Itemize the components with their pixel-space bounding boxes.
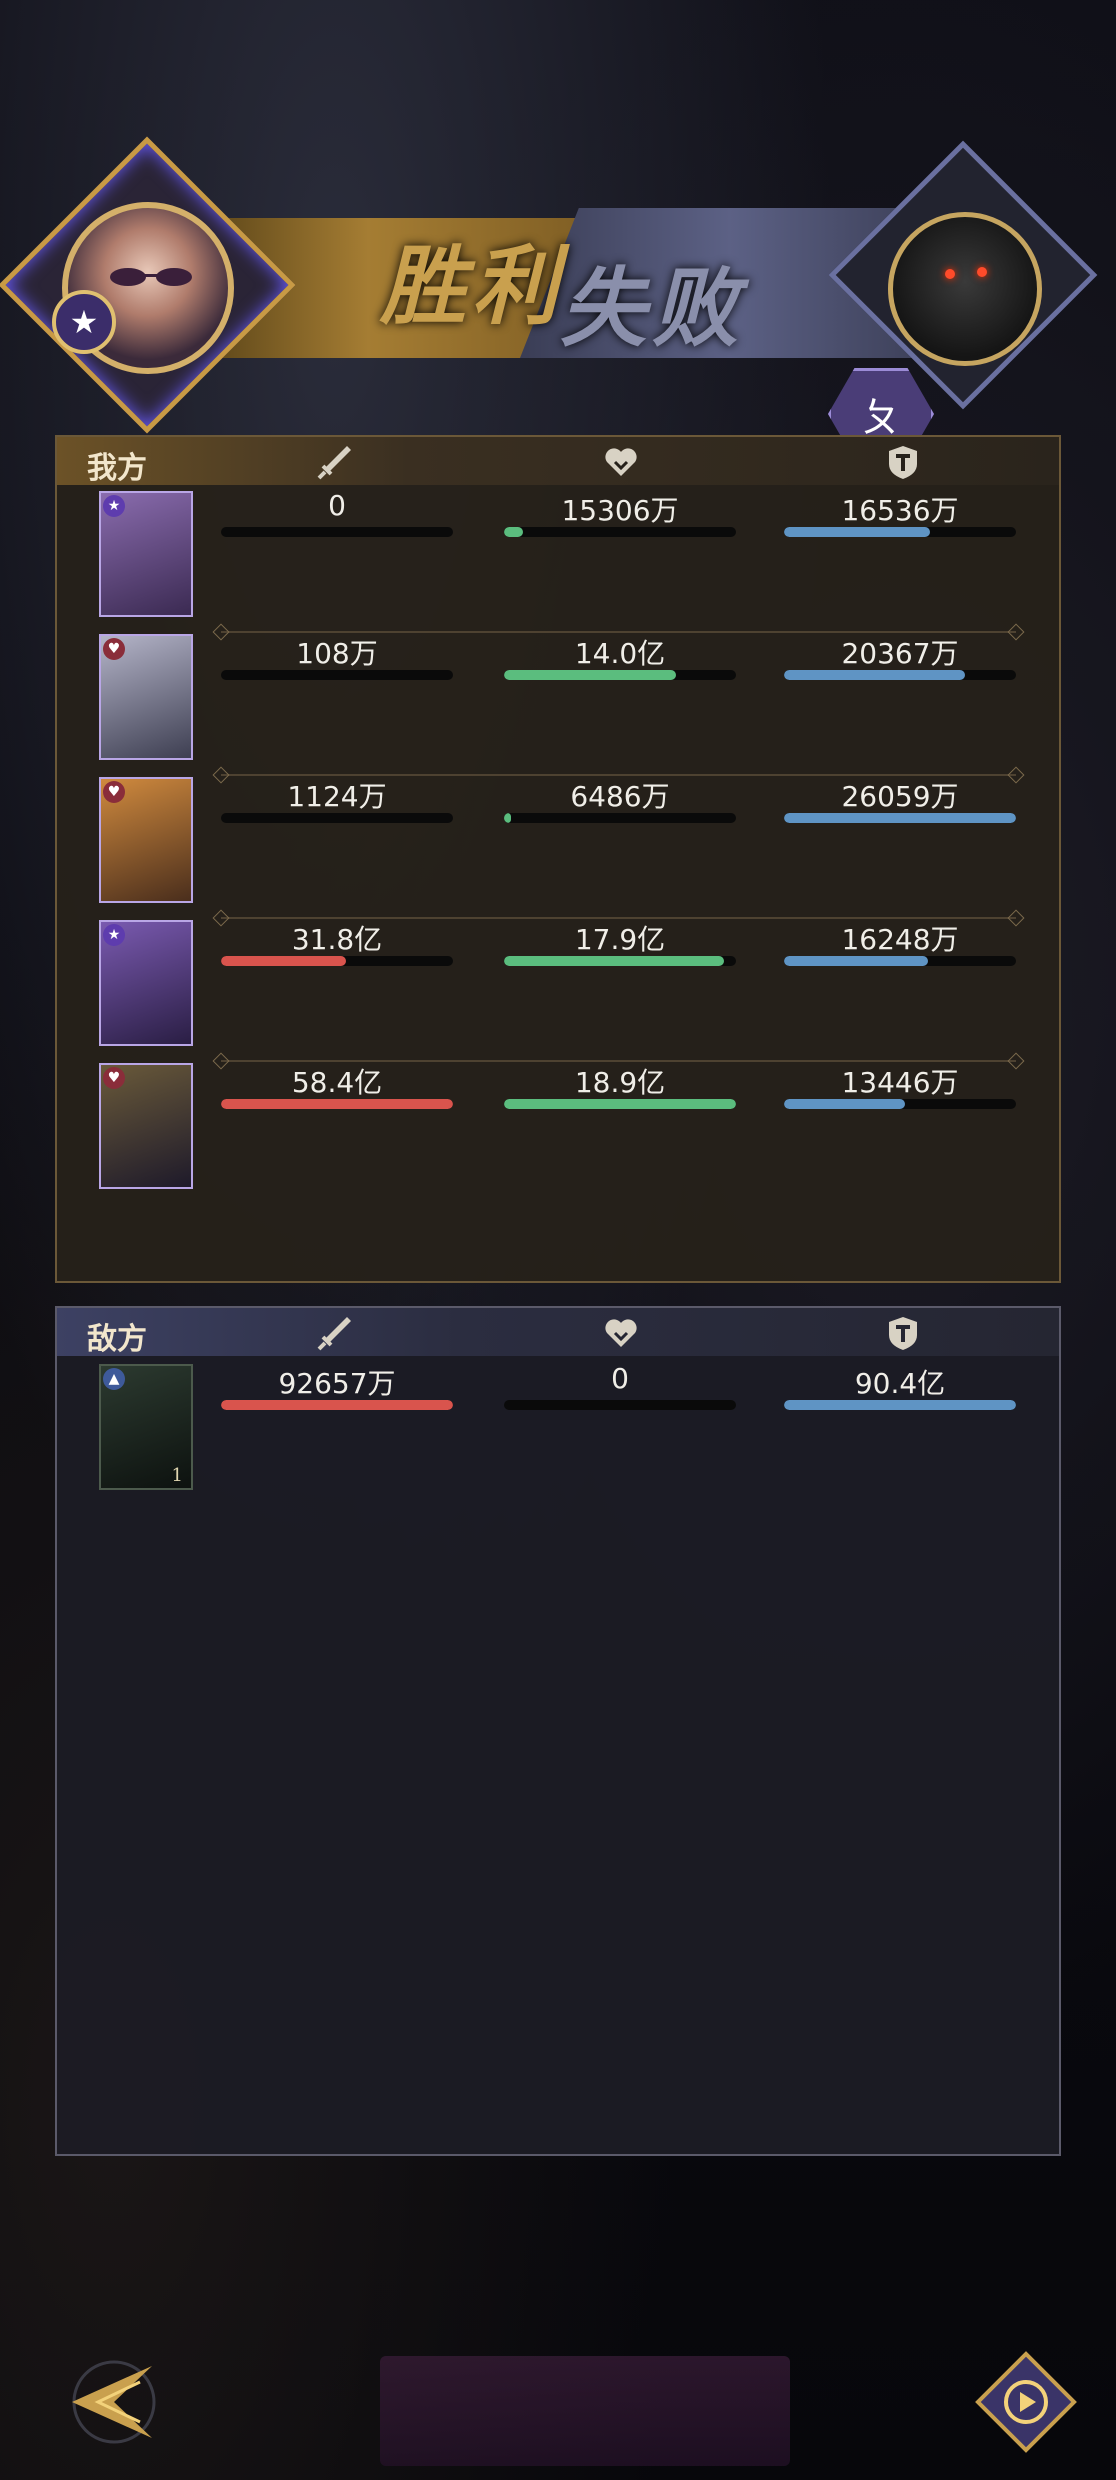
- back-arrow-icon[interactable]: [52, 2352, 162, 2452]
- defense-stat: 20367万: [784, 632, 1016, 682]
- sword-icon: [317, 446, 351, 480]
- hero-portrait[interactable]: ★: [99, 491, 193, 617]
- hero-row[interactable]: ★ 31.8亿 17.9亿 16248万: [57, 918, 1059, 1048]
- enemy-row[interactable]: ▲ 1 92657万 0 90.4亿: [57, 1362, 1059, 1492]
- shield-icon: [889, 1317, 917, 1350]
- defense-bar: [784, 956, 928, 966]
- victory-text: 胜利: [380, 236, 564, 337]
- enemy-level: 1: [171, 1465, 183, 1486]
- confirm-button[interactable]: [380, 2356, 790, 2466]
- enemy-eye-icon: [977, 267, 987, 277]
- defense-value: 13446万: [841, 1066, 959, 1099]
- enemy-panel-header: 敌方: [57, 1308, 1059, 1357]
- hero-row[interactable]: ★ 0 15306万 16536万: [57, 489, 1059, 619]
- hero-portrait[interactable]: ♥: [99, 1063, 193, 1189]
- heal-stat: 18.9亿: [504, 1061, 736, 1111]
- enemy-avatar[interactable]: [888, 212, 1042, 366]
- defense-bar: [784, 1099, 905, 1109]
- heal-value: 18.9亿: [574, 1066, 666, 1099]
- attack-value: 58.4亿: [291, 1066, 383, 1099]
- hero-row[interactable]: ♥ 58.4亿 18.9亿 13446万: [57, 1061, 1059, 1191]
- sword-icon: [317, 1317, 351, 1351]
- attack-value: 108万: [296, 637, 378, 670]
- rank-icon: ▲: [103, 1368, 125, 1390]
- defeat-text: 失败: [560, 258, 744, 359]
- shield-icon: [889, 446, 917, 479]
- attack-value: 92657万: [278, 1367, 396, 1400]
- sunglasses-icon: [110, 268, 192, 286]
- ally-panel-header: 我方: [57, 437, 1059, 486]
- heart-icon: [605, 448, 637, 476]
- heal-stat: 0: [504, 1362, 736, 1412]
- attack-bar: [221, 1400, 453, 1410]
- star-icon: ★: [103, 495, 125, 517]
- replay-icon[interactable]: [972, 2348, 1080, 2456]
- ally-title: 我方: [87, 451, 147, 486]
- defense-stat: 90.4亿: [784, 1362, 1016, 1412]
- heal-bar: [504, 1099, 736, 1109]
- attack-value: 1124万: [287, 780, 387, 813]
- defense-bar: [784, 527, 931, 537]
- enemy-panel: 敌方 ▲ 1 92657万 0 90.4亿: [55, 1306, 1061, 2156]
- defense-stat: 16536万: [784, 489, 1016, 539]
- hero-portrait[interactable]: ♥: [99, 634, 193, 760]
- defense-bar: [784, 670, 965, 680]
- defense-bar: [784, 813, 1016, 823]
- star-icon: ★: [103, 924, 125, 946]
- heal-bar: [504, 670, 676, 680]
- heal-value: 17.9亿: [574, 923, 666, 956]
- attack-stat: 0: [221, 489, 453, 539]
- heal-value: 0: [611, 1362, 629, 1395]
- heal-value: 14.0亿: [574, 637, 666, 670]
- heal-bar: [504, 813, 511, 823]
- hero-row[interactable]: ♥ 108万 14.0亿 20367万: [57, 632, 1059, 762]
- hero-portrait[interactable]: ♥: [99, 777, 193, 903]
- defense-value: 16248万: [841, 923, 959, 956]
- defense-stat: 13446万: [784, 1061, 1016, 1111]
- defense-value: 90.4亿: [854, 1367, 946, 1400]
- heal-stat: 17.9亿: [504, 918, 736, 968]
- heal-bar: [504, 956, 725, 966]
- heart-icon: ♥: [103, 1067, 125, 1089]
- heal-value: 6486万: [570, 780, 670, 813]
- defense-bar: [784, 1400, 1016, 1410]
- enemy-eye-icon: [945, 269, 955, 279]
- ally-panel: 我方 ★ 0 15306万 16536万 ♥ 108万 14.0亿 20367万…: [55, 435, 1061, 1283]
- enemy-title: 敌方: [87, 1322, 147, 1357]
- attack-bar: [221, 1099, 453, 1109]
- heal-stat: 6486万: [504, 775, 736, 825]
- heal-bar: [504, 527, 523, 537]
- enemy-portrait[interactable]: ▲ 1: [99, 1364, 193, 1490]
- defense-value: 16536万: [841, 494, 959, 527]
- attack-stat: 58.4亿: [221, 1061, 453, 1111]
- defense-stat: 16248万: [784, 918, 1016, 968]
- defense-value: 26059万: [841, 780, 959, 813]
- heal-stat: 14.0亿: [504, 632, 736, 682]
- heart-icon: ♥: [103, 638, 125, 660]
- attack-bar: [221, 956, 347, 966]
- attack-value: 31.8亿: [291, 923, 383, 956]
- defense-stat: 26059万: [784, 775, 1016, 825]
- heal-value: 15306万: [561, 494, 679, 527]
- heart-icon: ♥: [103, 781, 125, 803]
- heart-icon: [605, 1319, 637, 1347]
- result-banner: 胜利 失败 ★ ㄆ: [0, 136, 1116, 460]
- heal-stat: 15306万: [504, 489, 736, 539]
- attack-stat: 31.8亿: [221, 918, 453, 968]
- star-icon: ★: [52, 290, 116, 354]
- attack-stat: 92657万: [221, 1362, 453, 1412]
- hero-row[interactable]: ♥ 1124万 6486万 26059万: [57, 775, 1059, 905]
- hero-portrait[interactable]: ★: [99, 920, 193, 1046]
- attack-stat: 1124万: [221, 775, 453, 825]
- defense-value: 20367万: [841, 637, 959, 670]
- attack-value: 0: [328, 489, 346, 522]
- attack-stat: 108万: [221, 632, 453, 682]
